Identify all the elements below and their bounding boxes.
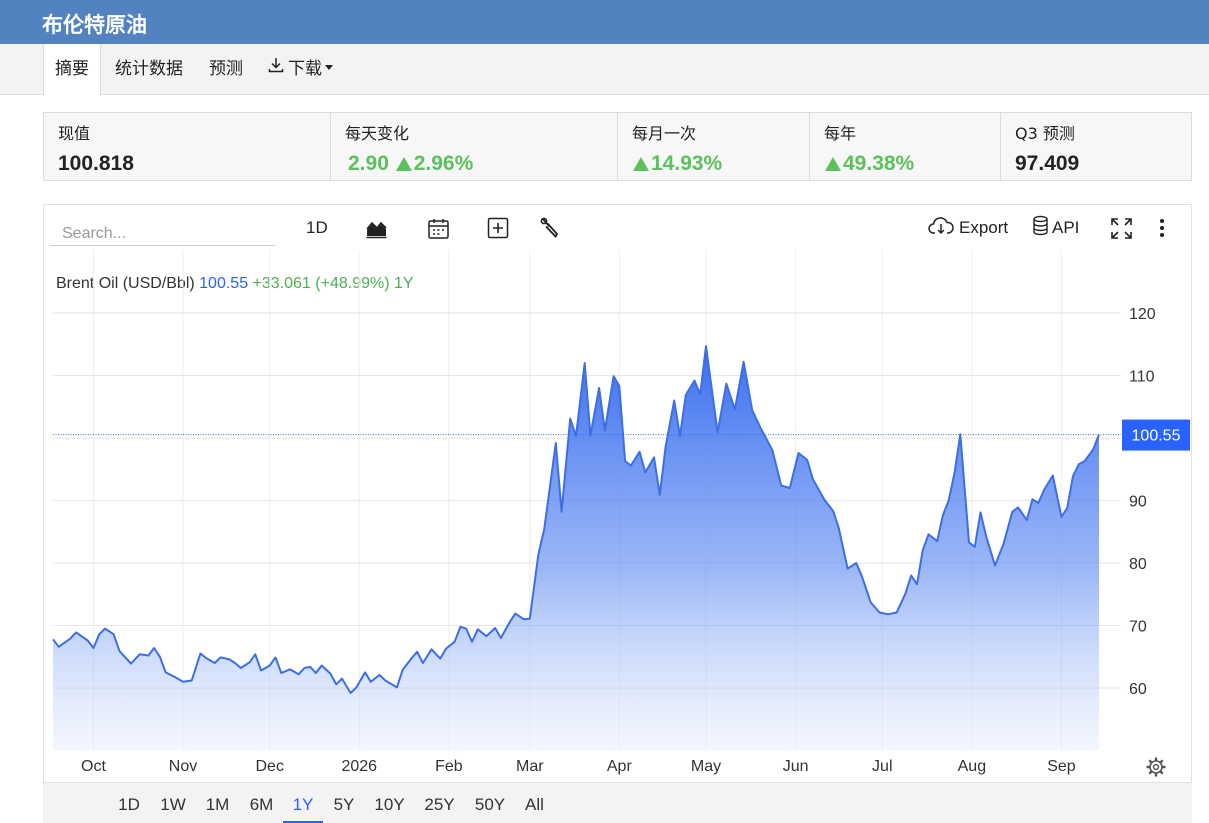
x-tick-label: Sep bbox=[1047, 758, 1076, 775]
chart-area-fill bbox=[53, 346, 1099, 750]
range-button-5y[interactable]: 5Y bbox=[327, 783, 361, 823]
x-tick-label: Nov bbox=[169, 758, 197, 775]
range-button-1y[interactable]: 1Y bbox=[283, 783, 323, 823]
range-button-25y[interactable]: 25Y bbox=[416, 783, 463, 823]
x-tick-label: Jul bbox=[872, 758, 892, 775]
x-tick-label: Oct bbox=[81, 758, 106, 775]
range-button-all[interactable]: All bbox=[519, 783, 550, 823]
y-tick-label: 120 bbox=[1129, 306, 1156, 323]
y-tick-label: 70 bbox=[1129, 619, 1147, 636]
x-tick-label: Jun bbox=[783, 758, 809, 775]
y-tick-label: 90 bbox=[1129, 494, 1147, 511]
x-tick-label: Feb bbox=[435, 758, 463, 775]
range-button-1d[interactable]: 1D bbox=[113, 783, 145, 823]
y-tick-label: 80 bbox=[1129, 556, 1147, 573]
range-button-6m[interactable]: 6M bbox=[243, 783, 280, 823]
last-price-tag: 100.55 bbox=[1122, 419, 1190, 451]
price-chart[interactable]: 60 70 80 90 110 120 Oct Nov Dec 2026 Feb Mar Apr May… bbox=[0, 0, 1209, 823]
range-button-50y[interactable]: 50Y bbox=[467, 783, 513, 823]
x-tick-label: Dec bbox=[255, 758, 283, 775]
range-button-1w[interactable]: 1W bbox=[153, 783, 193, 823]
x-tick-label: 2026 bbox=[341, 758, 377, 775]
x-tick-label: Aug bbox=[958, 758, 986, 775]
y-tick-label: 110 bbox=[1129, 369, 1155, 386]
range-button-10y[interactable]: 10Y bbox=[367, 783, 412, 823]
x-tick-label: May bbox=[691, 758, 721, 775]
x-tick-label: Apr bbox=[607, 758, 633, 775]
x-tick-label: Mar bbox=[516, 758, 544, 775]
y-tick-label: 60 bbox=[1129, 681, 1147, 698]
last-price-tag-label: 100.55 bbox=[1132, 428, 1181, 445]
range-selector: 1D 1W 1M 6M 1Y 5Y 10Y 25Y 50Y All bbox=[43, 782, 1192, 823]
range-button-1m[interactable]: 1M bbox=[200, 783, 235, 823]
settings-icon[interactable] bbox=[1146, 757, 1166, 777]
